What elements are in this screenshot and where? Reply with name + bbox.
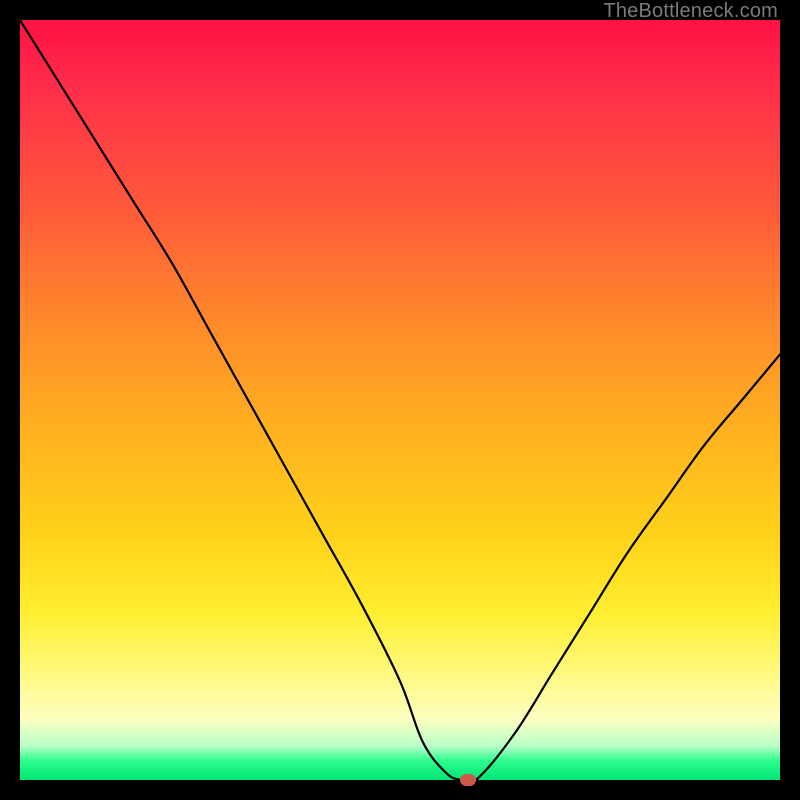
bottleneck-curve: [20, 20, 780, 780]
plot-area: [20, 20, 780, 780]
chart-frame: TheBottleneck.com: [0, 0, 800, 800]
minimum-marker: [460, 774, 476, 786]
